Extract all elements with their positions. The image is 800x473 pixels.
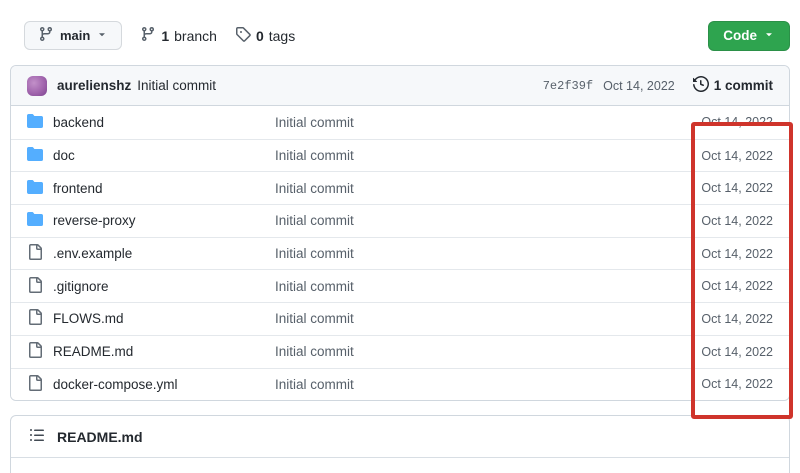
table-row: reverse-proxy Initial commit Oct 14, 202…	[11, 204, 789, 237]
commit-message-cell[interactable]: Initial commit	[275, 377, 653, 392]
folder-icon	[27, 179, 43, 198]
commit-message-cell[interactable]: Initial commit	[275, 344, 653, 359]
commit-date-cell: Oct 14, 2022	[653, 247, 773, 261]
file-icon	[27, 309, 43, 328]
table-row: frontend Initial commit Oct 14, 2022	[11, 171, 789, 204]
commit-date: Oct 14, 2022	[603, 79, 675, 93]
file-browser-panel: aurelienshz Initial commit 7e2f39f Oct 1…	[10, 65, 790, 401]
table-row: .gitignore Initial commit Oct 14, 2022	[11, 269, 789, 302]
commit-meta: 7e2f39f Oct 14, 2022 1 commit	[543, 76, 773, 95]
chevron-down-icon	[96, 28, 108, 43]
file-name-cell: FLOWS.md	[27, 309, 275, 328]
file-name-link[interactable]: docker-compose.yml	[53, 377, 178, 392]
tag-count: 0	[256, 28, 264, 44]
table-row: docker-compose.yml Initial commit Oct 14…	[11, 368, 789, 401]
repo-toolbar: main 1 branch 0 tags Code	[10, 20, 790, 51]
commit-message-cell[interactable]: Initial commit	[275, 246, 653, 261]
commit-date-cell: Oct 14, 2022	[653, 312, 773, 326]
branch-count: 1	[161, 28, 169, 44]
file-icon	[27, 375, 43, 394]
commit-date-cell: Oct 14, 2022	[653, 214, 773, 228]
commit-message-cell[interactable]: Initial commit	[275, 213, 653, 228]
file-name-link[interactable]: doc	[53, 148, 75, 163]
branch-selector-button[interactable]: main	[24, 21, 122, 50]
file-list: backend Initial commit Oct 14, 2022 doc …	[11, 106, 789, 400]
file-name-link[interactable]: FLOWS.md	[53, 311, 124, 326]
commit-message-cell[interactable]: Initial commit	[275, 148, 653, 163]
list-unordered-icon[interactable]	[29, 427, 45, 446]
latest-commit-bar: aurelienshz Initial commit 7e2f39f Oct 1…	[11, 66, 789, 106]
commit-message-cell[interactable]: Initial commit	[275, 115, 653, 130]
readme-header: README.md	[11, 416, 789, 458]
file-name-link[interactable]: backend	[53, 115, 104, 130]
git-branch-icon	[140, 26, 156, 45]
folder-icon	[27, 211, 43, 230]
git-branch-icon	[38, 26, 54, 45]
code-button-label: Code	[723, 28, 757, 43]
file-icon	[27, 342, 43, 361]
readme-title[interactable]: README.md	[57, 429, 143, 445]
commit-date-cell: Oct 14, 2022	[653, 149, 773, 163]
tag-icon	[235, 26, 251, 45]
file-name-cell: .gitignore	[27, 277, 275, 296]
commit-date-cell: Oct 14, 2022	[653, 279, 773, 293]
file-name-link[interactable]: frontend	[53, 181, 103, 196]
table-row: README.md Initial commit Oct 14, 2022	[11, 335, 789, 368]
file-name-cell: doc	[27, 146, 275, 165]
repo-stats: 1 branch 0 tags	[140, 26, 295, 45]
file-name-cell: backend	[27, 113, 275, 132]
commit-history-link[interactable]: 1 commit	[693, 76, 773, 95]
avatar[interactable]	[27, 76, 47, 96]
file-name-link[interactable]: README.md	[53, 344, 133, 359]
history-icon	[693, 76, 709, 95]
commit-message-link[interactable]: Initial commit	[137, 78, 216, 93]
table-row: FLOWS.md Initial commit Oct 14, 2022	[11, 302, 789, 335]
file-name-cell: frontend	[27, 179, 275, 198]
folder-icon	[27, 113, 43, 132]
commit-author-link[interactable]: aurelienshz	[57, 78, 131, 93]
readme-panel: README.md	[10, 415, 790, 473]
file-icon	[27, 277, 43, 296]
commit-date-cell: Oct 14, 2022	[653, 181, 773, 195]
commit-message-cell[interactable]: Initial commit	[275, 279, 653, 294]
commit-count-label: 1 commit	[714, 78, 773, 93]
branch-name-label: main	[60, 28, 90, 43]
commit-hash-link[interactable]: 7e2f39f	[543, 79, 593, 93]
code-button[interactable]: Code	[708, 21, 790, 51]
tags-link[interactable]: 0 tags	[235, 26, 295, 45]
file-name-link[interactable]: .gitignore	[53, 279, 109, 294]
commit-message-cell[interactable]: Initial commit	[275, 311, 653, 326]
file-name-link[interactable]: .env.example	[53, 246, 132, 261]
commit-date-cell: Oct 14, 2022	[653, 345, 773, 359]
commit-message-cell[interactable]: Initial commit	[275, 181, 653, 196]
file-name-cell: .env.example	[27, 244, 275, 263]
commit-date-cell: Oct 14, 2022	[653, 115, 773, 129]
table-row: backend Initial commit Oct 14, 2022	[11, 106, 789, 139]
branches-link[interactable]: 1 branch	[140, 26, 217, 45]
file-icon	[27, 244, 43, 263]
commit-date-cell: Oct 14, 2022	[653, 377, 773, 391]
tag-count-label: tags	[269, 28, 295, 44]
table-row: doc Initial commit Oct 14, 2022	[11, 139, 789, 172]
folder-icon	[27, 146, 43, 165]
chevron-down-icon	[763, 28, 775, 43]
table-row: .env.example Initial commit Oct 14, 2022	[11, 237, 789, 270]
branch-count-label: branch	[174, 28, 217, 44]
file-name-link[interactable]: reverse-proxy	[53, 213, 136, 228]
file-name-cell: docker-compose.yml	[27, 375, 275, 394]
file-name-cell: README.md	[27, 342, 275, 361]
file-name-cell: reverse-proxy	[27, 211, 275, 230]
